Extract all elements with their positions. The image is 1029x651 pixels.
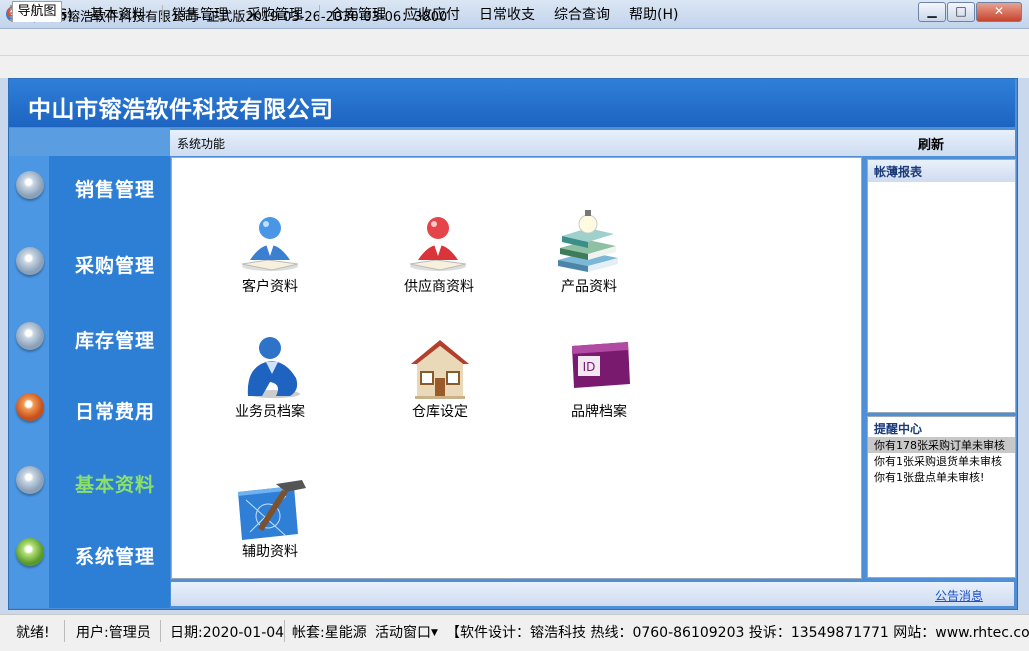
menu-basic[interactable]: 基本资料 — [90, 4, 146, 24]
auxiliary-label[interactable]: 辅助资料 — [210, 541, 330, 561]
sidebar-item-label: 销售管理 — [75, 179, 156, 201]
svg-text:ID: ID — [583, 360, 596, 374]
salesman-label[interactable]: 业务员档案 — [210, 401, 330, 421]
close-button[interactable]: ✕ — [976, 2, 1022, 22]
chevron-down-icon: ▼ — [431, 628, 438, 638]
sidebar-item-expense[interactable]: 日常费用 — [9, 379, 170, 439]
minimize-button[interactable]: ▁ — [918, 2, 946, 22]
content-header — [170, 130, 1015, 156]
sidebar-item-label: 系统管理 — [75, 546, 156, 568]
salesman-icon[interactable] — [240, 334, 304, 400]
system-icon — [16, 538, 44, 566]
product-label[interactable]: 产品资料 — [529, 276, 649, 296]
menu-receivable[interactable]: 应收应付 — [404, 4, 460, 24]
supplier-icon[interactable] — [406, 210, 470, 274]
menu-warehouse[interactable]: 仓库管理 — [330, 4, 386, 24]
customer-label[interactable]: 客户资料 — [210, 276, 330, 296]
active-window-label: 活动窗口 — [375, 625, 431, 641]
inventory-icon — [16, 322, 44, 350]
status-user: 用户:管理员 — [76, 625, 151, 641]
menu-separator — [319, 5, 320, 21]
reminder-item[interactable]: 你有178张采购订单未审核 — [868, 437, 1015, 453]
menu-query[interactable]: 综合查询 — [554, 4, 610, 24]
maximize-button[interactable]: □ — [947, 2, 975, 22]
status-separator — [284, 620, 285, 642]
brand-label[interactable]: 品牌档案 — [539, 401, 659, 421]
sidebar-item-label: 基本资料 — [75, 474, 156, 496]
ledger-report-panel — [867, 182, 1016, 413]
sidebar-item-label: 日常费用 — [75, 401, 156, 423]
menu-sales[interactable]: 销售管理 — [172, 4, 228, 24]
reminder-item[interactable]: 你有1张盘点单未审核! — [874, 469, 984, 485]
menu-help[interactable]: 帮助(H) — [629, 4, 678, 24]
sidebar-item-purchase[interactable]: 采购管理 — [9, 233, 170, 293]
warehouse-icon[interactable] — [407, 334, 473, 400]
menu-daily[interactable]: 日常收支 — [479, 4, 535, 24]
reminder-title: 提醒中心 — [874, 422, 923, 436]
customer-icon[interactable] — [238, 210, 302, 274]
ledger-report-title: 帐薄报表 — [874, 165, 923, 179]
tab-row — [0, 56, 1029, 78]
status-info: 【软件设计：镕浩科技 热线：0760-86109203 投诉：135498717… — [446, 625, 1029, 641]
expense-icon — [16, 393, 44, 421]
menu-separator — [162, 5, 163, 21]
tab-navigation[interactable]: 导航图 — [12, 1, 62, 22]
status-separator — [160, 620, 161, 642]
brand-icon[interactable]: ID — [568, 340, 632, 392]
basic-data-icon — [16, 466, 44, 494]
warehouse-label[interactable]: 仓库设定 — [380, 401, 500, 421]
sidebar-header — [9, 128, 170, 156]
supplier-label[interactable]: 供应商资料 — [379, 276, 499, 296]
sidebar-item-inventory[interactable]: 库存管理 — [9, 308, 170, 368]
company-name: 中山市镕浩软件科技有限公司 — [28, 97, 334, 123]
status-separator — [64, 620, 65, 642]
reminder-item[interactable]: 你有1张采购退货单未审核 — [874, 453, 1002, 469]
sidebar-item-label: 库存管理 — [75, 330, 156, 352]
section-title: 系统功能 — [177, 137, 226, 151]
sales-icon — [16, 171, 44, 199]
content-footer — [171, 582, 1014, 606]
refresh-button[interactable]: 刷新 — [918, 134, 944, 153]
active-window-dropdown[interactable]: 活动窗口▼ — [375, 622, 438, 642]
sidebar-item-system[interactable]: 系统管理 — [9, 524, 170, 584]
status-account: 帐套:星能源 — [292, 625, 367, 641]
auxiliary-icon[interactable] — [236, 476, 308, 542]
reminder-panel: 你有178张采购订单未审核 你有1张采购退货单未审核 你有1张盘点单未审核! — [867, 436, 1016, 578]
status-date: 日期:2020-01-04 — [170, 625, 285, 641]
status-ready: 就绪! — [16, 625, 50, 641]
sidebar-item-label: 采购管理 — [75, 255, 156, 277]
purchase-icon — [16, 247, 44, 275]
notice-link[interactable]: 公告消息 — [935, 587, 983, 604]
sidebar-item-sales[interactable]: 销售管理 — [9, 157, 170, 217]
menu-purchase[interactable]: 采购管理 — [247, 4, 303, 24]
product-icon[interactable] — [556, 208, 620, 274]
menu-bar — [0, 29, 1029, 56]
sidebar-item-basic-data[interactable]: 基本资料 — [9, 452, 170, 512]
